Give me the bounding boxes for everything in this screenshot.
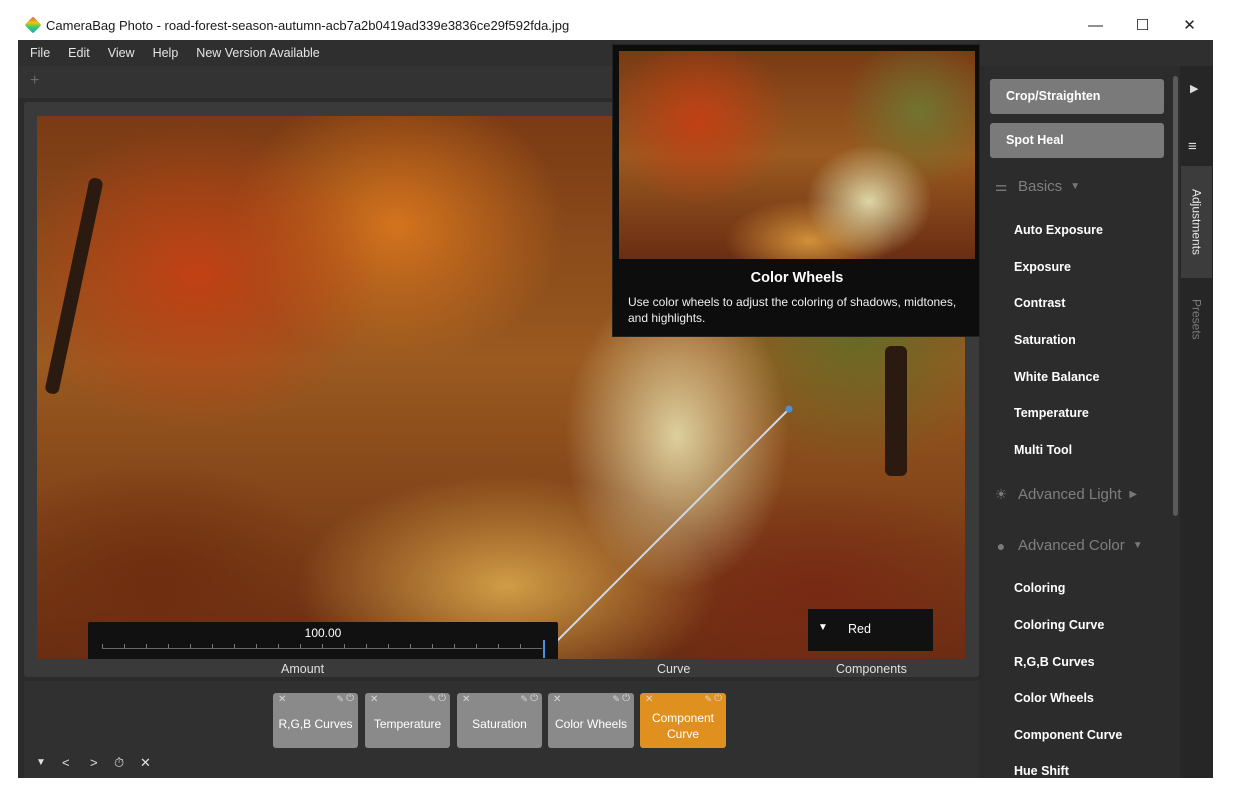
layer-chip-color-wheels[interactable]: ✕ ✎ ⏻ Color Wheels bbox=[548, 693, 634, 748]
remove-layer-icon[interactable]: ✕ bbox=[645, 694, 653, 705]
clear-icon[interactable]: ✕ bbox=[140, 755, 151, 771]
menu-new-version[interactable]: New Version Available bbox=[196, 46, 319, 60]
previous-icon[interactable]: < bbox=[62, 755, 70, 770]
section-advanced-light[interactable]: ☀ Advanced Light ▶ bbox=[992, 486, 1137, 503]
title-bar: CameraBag Photo - road-forest-season-aut… bbox=[18, 10, 1213, 40]
adjustment-exposure[interactable]: Exposure bbox=[1014, 260, 1071, 274]
components-dropdown[interactable]: ▼ Red bbox=[808, 609, 933, 651]
power-icon[interactable]: ⏻ bbox=[622, 693, 630, 704]
layer-label: Color Wheels bbox=[554, 717, 628, 731]
adjustment-auto-exposure[interactable]: Auto Exposure bbox=[1014, 223, 1103, 237]
section-advanced-light-title: Advanced Light bbox=[1018, 486, 1122, 503]
play-icon[interactable]: ▶ bbox=[1190, 82, 1198, 95]
pin-icon[interactable]: ✎ bbox=[520, 694, 528, 705]
remove-layer-icon[interactable]: ✕ bbox=[278, 694, 286, 705]
scrollbar-thumb[interactable] bbox=[1173, 76, 1178, 516]
pin-icon[interactable]: ✎ bbox=[612, 694, 620, 705]
layer-chip-component-curve[interactable]: ✕ ✎ ⏻ Component Curve bbox=[640, 693, 726, 748]
layer-stack-panel: ✕ ✎ ⏻ R,G,B Curves ✕ ✎ ⏻ Temperature ✕ ✎… bbox=[24, 681, 979, 778]
pin-icon[interactable]: ✎ bbox=[704, 694, 712, 705]
sun-icon: ☀ bbox=[994, 486, 1008, 502]
adjustment-hue-shift[interactable]: Hue Shift bbox=[1014, 764, 1069, 778]
tooltip-description: Use color wheels to adjust the coloring … bbox=[628, 295, 957, 325]
amount-value: 100.00 bbox=[304, 626, 342, 640]
adjustment-component-curve[interactable]: Component Curve bbox=[1014, 728, 1122, 742]
tab-presets[interactable]: Presets bbox=[1181, 288, 1212, 350]
hamburger-menu-icon[interactable]: ≡ bbox=[1188, 138, 1197, 155]
adjustment-temperature[interactable]: Temperature bbox=[1014, 406, 1089, 420]
adjustment-saturation[interactable]: Saturation bbox=[1014, 333, 1076, 347]
collapse-icon[interactable]: ▼ bbox=[36, 757, 46, 768]
amount-caption: Amount bbox=[281, 662, 325, 676]
remove-layer-icon[interactable]: ✕ bbox=[370, 694, 378, 705]
layer-label: Component Curve bbox=[651, 711, 715, 741]
menu-view[interactable]: View bbox=[108, 46, 135, 60]
app-window: CameraBag Photo - road-forest-season-aut… bbox=[18, 10, 1213, 778]
adjustment-coloring-curve[interactable]: Coloring Curve bbox=[1014, 618, 1104, 632]
window-controls: — ☐ ✕ bbox=[1072, 10, 1213, 40]
history-icon[interactable]: ⏱ bbox=[114, 755, 124, 771]
curve-line bbox=[554, 408, 790, 644]
section-advanced-color-title: Advanced Color bbox=[1018, 537, 1125, 554]
menu-file[interactable]: File bbox=[30, 46, 50, 60]
maximize-button[interactable]: ☐ bbox=[1119, 10, 1166, 40]
app-logo-icon bbox=[24, 16, 42, 34]
layer-label: R,G,B Curves bbox=[278, 717, 353, 731]
tree-trunk-shape bbox=[885, 346, 907, 476]
menu-help[interactable]: Help bbox=[153, 46, 179, 60]
remove-layer-icon[interactable]: ✕ bbox=[462, 694, 470, 705]
add-tab-icon[interactable]: + bbox=[30, 72, 39, 90]
remove-layer-icon[interactable]: ✕ bbox=[553, 694, 561, 705]
chevron-down-icon: ▼ bbox=[1070, 181, 1081, 192]
adjustment-white-balance[interactable]: White Balance bbox=[1014, 370, 1099, 384]
minimize-button[interactable]: — bbox=[1072, 10, 1119, 40]
section-basics-title: Basics bbox=[1018, 178, 1063, 195]
dropdown-arrow-icon: ▼ bbox=[818, 622, 828, 633]
power-icon[interactable]: ⏻ bbox=[714, 693, 722, 704]
curve-caption: Curve bbox=[657, 662, 691, 676]
section-advanced-color[interactable]: ● Advanced Color ▼ bbox=[992, 537, 1143, 554]
power-icon[interactable]: ⏻ bbox=[438, 693, 446, 704]
tooltip-title: Color Wheels bbox=[750, 270, 844, 286]
close-button[interactable]: ✕ bbox=[1166, 10, 1213, 40]
components-caption: Components bbox=[836, 662, 907, 676]
color-circles-icon: ● bbox=[996, 537, 1006, 554]
tree-trunk-shape bbox=[44, 176, 104, 396]
layer-label: Saturation bbox=[472, 717, 527, 731]
adjustment-color-wheels[interactable]: Color Wheels bbox=[1014, 691, 1094, 705]
pin-icon[interactable]: ✎ bbox=[336, 694, 344, 705]
power-icon[interactable]: ⏻ bbox=[530, 693, 538, 704]
power-icon[interactable]: ⏻ bbox=[346, 693, 354, 704]
amount-handle[interactable] bbox=[543, 640, 545, 658]
side-tabs: ▶ ≡ Adjustments Presets bbox=[1180, 66, 1213, 778]
components-value: Red bbox=[848, 622, 871, 636]
amount-track bbox=[102, 648, 542, 649]
adjustment-rgb-curves[interactable]: R,G,B Curves bbox=[1014, 655, 1095, 669]
tooltip-preview-image bbox=[619, 51, 975, 259]
amount-slider[interactable]: 100.00 bbox=[88, 622, 558, 659]
adjustment-tooltip: Color Wheels Use color wheels to adjust … bbox=[612, 44, 980, 337]
sliders-icon: ⚌ bbox=[994, 178, 1008, 194]
crop-straighten-button[interactable]: Crop/Straighten bbox=[990, 79, 1164, 114]
chevron-right-icon: ▶ bbox=[1129, 489, 1138, 500]
spot-heal-button[interactable]: Spot Heal bbox=[990, 123, 1164, 158]
menu-edit[interactable]: Edit bbox=[68, 46, 90, 60]
adjustment-contrast[interactable]: Contrast bbox=[1014, 296, 1065, 310]
section-basics[interactable]: ⚌ Basics ▼ bbox=[992, 178, 1080, 195]
pin-icon[interactable]: ✎ bbox=[428, 694, 436, 705]
adjustments-panel: Crop/Straighten Spot Heal ⚌ Basics ▼ Aut… bbox=[984, 66, 1172, 778]
layer-chip-rgb-curves[interactable]: ✕ ✎ ⏻ R,G,B Curves bbox=[273, 693, 358, 748]
next-icon[interactable]: > bbox=[90, 755, 98, 770]
adjustments-scrollbar[interactable] bbox=[1172, 66, 1180, 778]
adjustment-multi-tool[interactable]: Multi Tool bbox=[1014, 443, 1072, 457]
chevron-down-icon: ▼ bbox=[1132, 540, 1143, 551]
adjustment-coloring[interactable]: Coloring bbox=[1014, 581, 1065, 595]
window-title: CameraBag Photo - road-forest-season-aut… bbox=[46, 17, 570, 33]
layer-label: Temperature bbox=[373, 717, 442, 731]
tab-adjustments[interactable]: Adjustments bbox=[1181, 166, 1212, 278]
curve-point-end[interactable] bbox=[785, 405, 793, 413]
layer-chip-saturation[interactable]: ✕ ✎ ⏻ Saturation bbox=[457, 693, 542, 748]
layer-chip-temperature[interactable]: ✕ ✎ ⏻ Temperature bbox=[365, 693, 450, 748]
